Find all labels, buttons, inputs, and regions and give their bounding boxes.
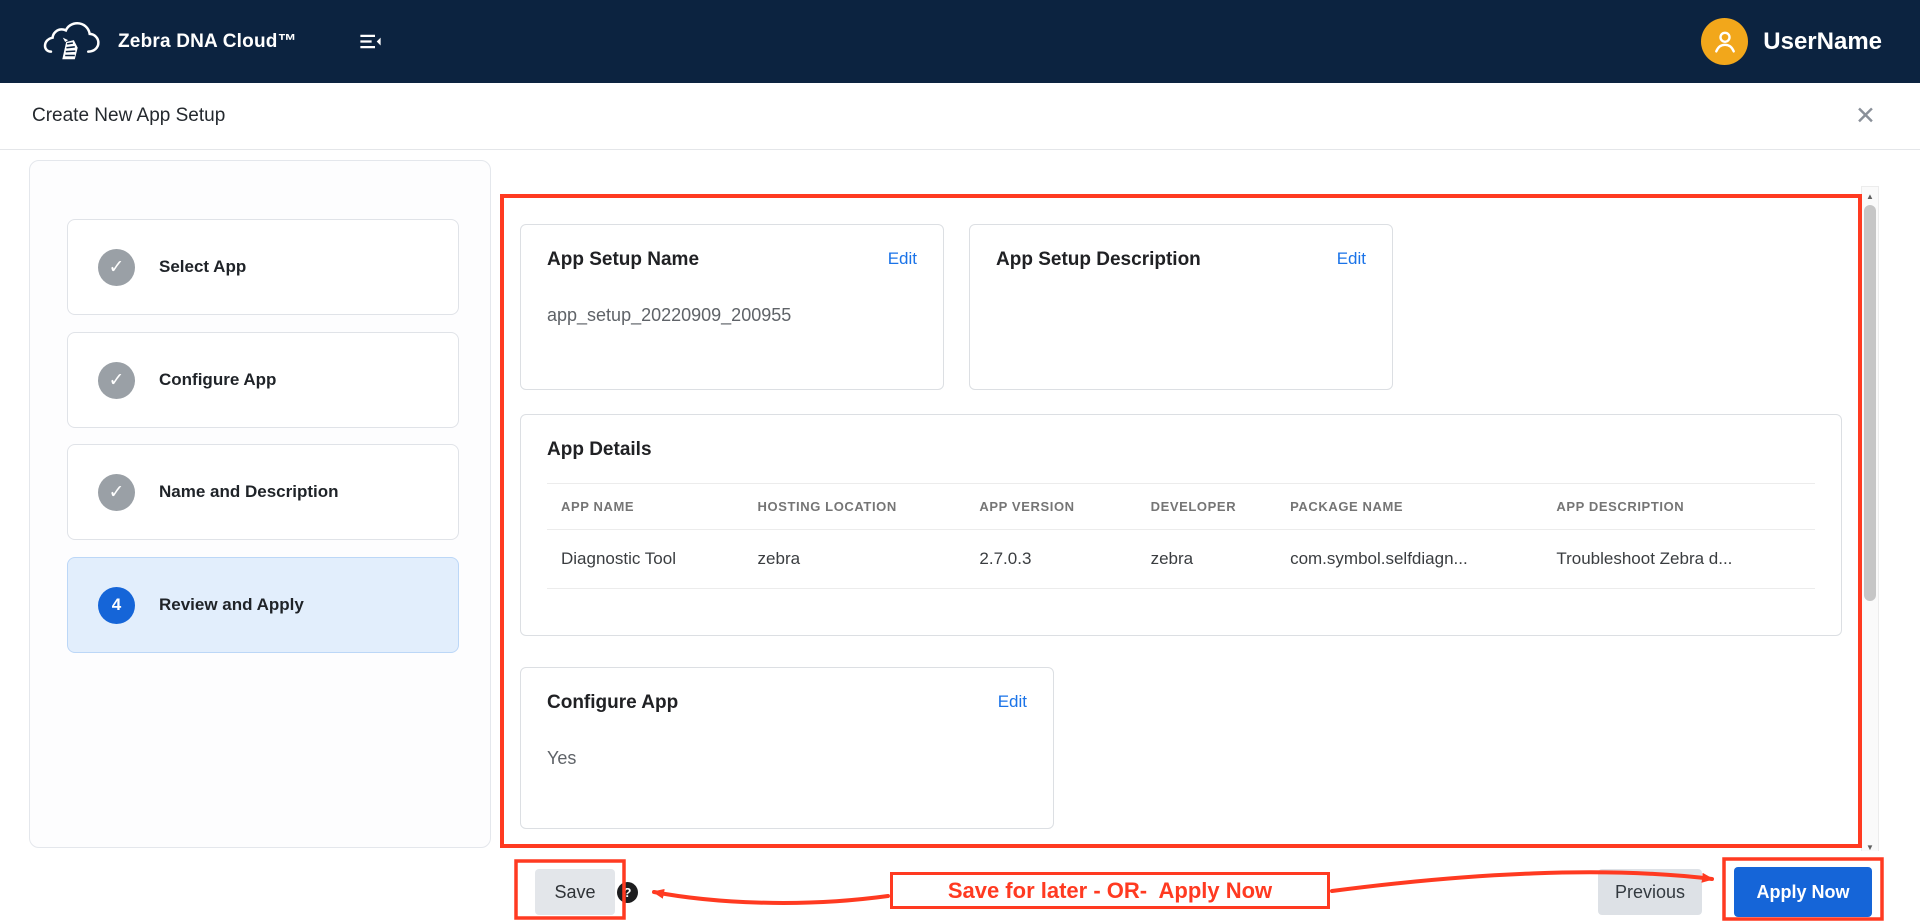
app-root: Zebra DNA Cloud™ UserName Create New App… bbox=[0, 0, 1920, 923]
column-header: APP DESCRIPTION bbox=[1542, 483, 1815, 530]
cell-hosting-location: zebra bbox=[743, 529, 966, 589]
username-label[interactable]: UserName bbox=[1763, 28, 1882, 56]
step-label: Select App bbox=[159, 257, 247, 276]
column-header: APP NAME bbox=[547, 483, 744, 530]
page-title: Create New App Setup bbox=[32, 105, 226, 126]
app-setup-name-value: app_setup_20220909_200955 bbox=[547, 305, 792, 325]
cell-app-version: 2.7.0.3 bbox=[965, 529, 1137, 589]
apply-now-button[interactable]: Apply Now bbox=[1734, 867, 1872, 917]
page-titlebar: Create New App Setup ✕ bbox=[0, 83, 1920, 150]
column-header: APP VERSION bbox=[965, 483, 1137, 530]
app-details-table: APP NAME HOSTING LOCATION APP VERSION DE… bbox=[547, 483, 1815, 589]
save-button[interactable]: Save bbox=[535, 869, 615, 915]
previous-button[interactable]: Previous bbox=[1598, 869, 1702, 915]
card-title: App Details bbox=[547, 439, 652, 460]
step-number-badge: 4 bbox=[98, 586, 135, 624]
stepper-step-name-description[interactable]: ✓ Name and Description bbox=[67, 444, 459, 540]
content-scrollbar[interactable]: ▲ ▼ bbox=[1861, 186, 1879, 857]
user-avatar-icon[interactable] bbox=[1701, 18, 1749, 65]
column-header: HOSTING LOCATION bbox=[743, 483, 966, 530]
scroll-up-icon[interactable]: ▲ bbox=[1862, 188, 1878, 204]
step-label: Review and Apply bbox=[159, 595, 304, 614]
card-title: App Setup Name bbox=[547, 249, 700, 270]
column-header: DEVELOPER bbox=[1136, 483, 1277, 530]
top-navbar: Zebra DNA Cloud™ UserName bbox=[0, 0, 1920, 83]
scrollbar-thumb[interactable] bbox=[1864, 205, 1876, 601]
close-icon[interactable]: ✕ bbox=[1855, 103, 1876, 129]
stepper-step-review-apply[interactable]: 4 Review and Apply bbox=[67, 557, 459, 653]
cell-app-name: Diagnostic Tool bbox=[547, 529, 744, 589]
configure-app-value: Yes bbox=[547, 748, 577, 768]
stepper-step-configure-app[interactable]: ✓ Configure App bbox=[67, 332, 459, 428]
brand-title: Zebra DNA Cloud™ bbox=[118, 30, 297, 52]
step-label: Name and Description bbox=[159, 482, 339, 501]
card-title: Configure App bbox=[547, 692, 679, 713]
help-icon[interactable]: ? bbox=[617, 882, 638, 903]
table-row: Diagnostic Tool zebra 2.7.0.3 zebra com.… bbox=[547, 529, 1815, 589]
table-header-row: APP NAME HOSTING LOCATION APP VERSION DE… bbox=[547, 483, 1815, 530]
app-setup-description-card: App Setup Description Edit bbox=[969, 224, 1393, 390]
step-done-icon: ✓ bbox=[98, 361, 135, 399]
edit-configure-link[interactable]: Edit bbox=[998, 692, 1027, 712]
navbar-right: UserName bbox=[1701, 18, 1882, 65]
column-header: PACKAGE NAME bbox=[1276, 483, 1543, 530]
step-label: Configure App bbox=[159, 370, 277, 389]
configure-app-card: Configure App Edit Yes bbox=[520, 667, 1054, 829]
cell-package-name: com.symbol.selfdiagn... bbox=[1276, 529, 1543, 589]
stepper-step-select-app[interactable]: ✓ Select App bbox=[67, 219, 459, 315]
cell-developer: zebra bbox=[1136, 529, 1277, 589]
zebra-cloud-logo-icon bbox=[38, 16, 102, 68]
wizard-footer: Save ? Previous Apply Now bbox=[0, 851, 1920, 923]
cell-app-description: Troubleshoot Zebra d... bbox=[1542, 529, 1815, 589]
card-title: App Setup Description bbox=[996, 249, 1201, 270]
edit-description-link[interactable]: Edit bbox=[1337, 249, 1366, 269]
edit-name-link[interactable]: Edit bbox=[888, 249, 917, 269]
collapse-menu-icon[interactable] bbox=[357, 28, 384, 55]
step-done-icon: ✓ bbox=[98, 473, 135, 511]
app-details-card: App Details APP NAME HOSTING LOCATION AP… bbox=[520, 414, 1842, 636]
step-done-icon: ✓ bbox=[98, 248, 135, 286]
app-setup-name-card: App Setup Name Edit app_setup_20220909_2… bbox=[520, 224, 944, 390]
wizard-stepper-panel: ✓ Select App ✓ Configure App ✓ Name and … bbox=[29, 160, 491, 848]
